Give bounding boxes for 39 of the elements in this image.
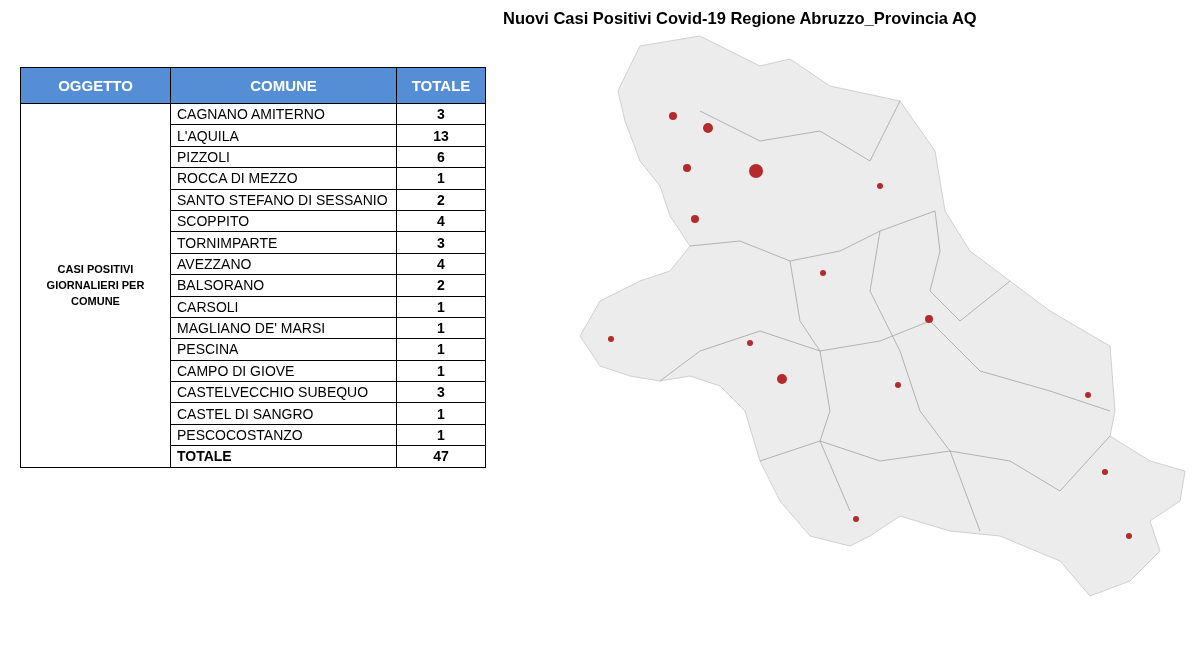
table-cell: L'AQUILA (170, 124, 397, 147)
table-cell: 1 (396, 167, 486, 190)
table-cell: 1 (396, 296, 486, 318)
table-cell: CAMPO DI GIOVE (170, 360, 397, 382)
column-header: OGGETTO (20, 67, 171, 104)
table-cell: 6 (396, 146, 486, 168)
table-cell: 4 (396, 253, 486, 275)
table-cell: PESCOCOSTANZO (170, 424, 397, 446)
table-cell: 13 (396, 124, 486, 147)
table-cell: 1 (396, 402, 486, 425)
table-cell: CASTELVECCHIO SUBEQUO (170, 381, 397, 403)
table-cell: TORNIMPARTE (170, 231, 397, 254)
column-header: COMUNE (170, 67, 397, 104)
table-cell: 47 (396, 445, 486, 468)
table-cell: PESCINA (170, 338, 397, 361)
table-cell: TOTALE (170, 445, 397, 468)
table-cell: 3 (396, 103, 486, 125)
table-cell: 4 (396, 210, 486, 232)
table-cell: AVEZZANO (170, 253, 397, 275)
table-cell: MAGLIANO DE' MARSI (170, 317, 397, 339)
table-cell: PIZZOLI (170, 146, 397, 168)
column-header: TOTALE (396, 67, 486, 104)
table-cell: 2 (396, 189, 486, 211)
table-cell: SANTO STEFANO DI SESSANIO (170, 189, 397, 211)
table-cell: CAGNANO AMITERNO (170, 103, 397, 125)
table-cell: CARSOLI (170, 296, 397, 318)
table-cell: 2 (396, 274, 486, 296)
table-cell: SCOPPITO (170, 210, 397, 232)
table-cell: 1 (396, 338, 486, 361)
table-cell: 1 (396, 360, 486, 382)
table-cell: CASTEL DI SANGRO (170, 402, 397, 425)
table-cell: 1 (396, 424, 486, 446)
table-cell: CASI POSITIVI GIORNALIERI PER COMUNE (20, 103, 171, 468)
table-cell: 3 (396, 381, 486, 403)
table-cell: BALSORANO (170, 274, 397, 296)
table-cell: ROCCA DI MEZZO (170, 167, 397, 190)
table-cell: 1 (396, 317, 486, 339)
map-title: Nuovi Casi Positivi Covid-19 Regione Abruzzo_Provincia AQ (502, 8, 978, 29)
table-cell: 3 (396, 231, 486, 254)
